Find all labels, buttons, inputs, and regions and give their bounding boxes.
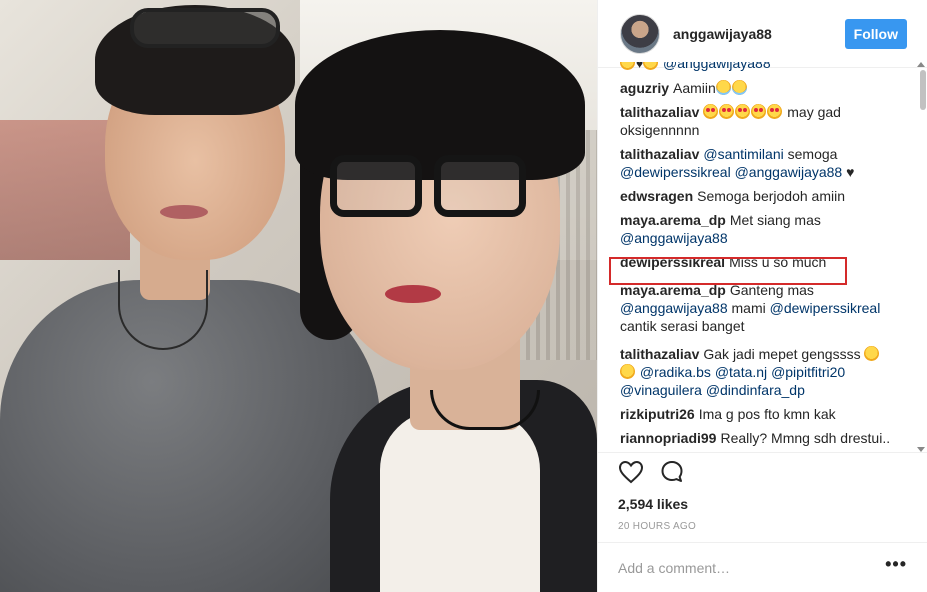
comment-text: semoga <box>783 146 838 162</box>
mention-link[interactable]: @anggawijaya88 <box>620 300 728 316</box>
man-lips <box>160 205 208 219</box>
comment-text: Ima g pos fto kmn kak <box>698 406 836 422</box>
glasses-lens-left <box>330 155 422 217</box>
comment-text: Miss u so much <box>729 254 827 270</box>
comment: riannopriadi99 Really? Mmng sdh drestui.. <box>620 429 908 447</box>
mention-link[interactable]: @tata.nj <box>715 364 767 380</box>
like-heart-icon[interactable] <box>618 460 644 484</box>
comment: ♥ @anggawijaya88 <box>620 62 908 73</box>
heart-eyes-emoji-icon <box>751 104 767 119</box>
comment: rizkiputri26 Ima g pos fto kmn kak <box>620 405 908 423</box>
scroll-up-arrow-icon[interactable] <box>917 62 925 67</box>
comment-username[interactable]: maya.arema_dp <box>620 282 726 298</box>
heart-eyes-emoji-icon <box>767 104 783 119</box>
comment-username[interactable]: rizkiputri26 <box>620 406 695 422</box>
smiling-halo-emoji-icon <box>731 80 747 95</box>
post-sidebar: anggawijaya88 Follow ♥ @anggawijaya88 ag… <box>597 0 927 592</box>
comment-bubble-icon[interactable] <box>660 460 684 484</box>
comment-username[interactable]: riannopriadi99 <box>620 430 716 446</box>
mention-link[interactable]: @dewiperssikreal <box>770 300 881 316</box>
comment-text: Aamiin <box>673 80 716 96</box>
sad-emoji-icon <box>864 346 880 361</box>
comment: talithazaliav may gad oksigennnnn <box>620 103 908 139</box>
comment: maya.arema_dp Met siang mas @anggawijaya8… <box>620 211 908 247</box>
heart-eyes-emoji-icon <box>719 104 735 119</box>
add-comment-input[interactable] <box>618 560 868 576</box>
comment-text: Gak jadi mepet gengssss <box>703 346 865 362</box>
comment: talithazaliav Gak jadi mepet gengssss @ra… <box>620 345 908 399</box>
mention-link[interactable]: @dindinfara_dp <box>706 382 805 398</box>
divider <box>598 452 927 453</box>
comment-text: Really? Mmng sdh drestui.. <box>720 430 891 446</box>
comment: maya.arema_dp Ganteng mas @anggawijaya88 … <box>620 281 908 335</box>
mention-link[interactable]: @pipitfitri20 <box>771 364 845 380</box>
post-timestamp[interactable]: 20 HOURS AGO <box>618 521 696 532</box>
smiling-halo-emoji-icon <box>715 80 731 95</box>
grin-emoji-icon <box>620 364 635 379</box>
comment-username[interactable]: dewiperssikreal <box>620 254 725 270</box>
sunglasses <box>130 8 280 48</box>
comment-username[interactable]: maya.arema_dp <box>620 212 726 228</box>
comment-highlighted: dewiperssikreal Miss u so much <box>620 253 908 271</box>
scroll-thumb[interactable] <box>920 70 926 110</box>
mention-link[interactable]: @dewiperssikreal <box>620 164 731 180</box>
mention-link[interactable]: @santimilani <box>703 146 783 162</box>
comments-scrollbar[interactable] <box>917 62 927 452</box>
follow-button[interactable]: Follow <box>844 18 907 49</box>
divider <box>598 542 927 543</box>
comment-text: Semoga berjodoh amiin <box>697 188 846 204</box>
eyeglasses <box>330 155 530 225</box>
mention-link[interactable]: @vinaguilera <box>620 382 702 398</box>
avatar[interactable] <box>620 13 660 54</box>
comment-text: mami <box>727 300 770 316</box>
comment-text: Ganteng mas <box>729 282 814 298</box>
woman-top <box>380 410 540 592</box>
comments-list[interactable]: ♥ @anggawijaya88 aguzriy Aamiin talithaza… <box>620 62 908 452</box>
mention-link[interactable]: @anggawijaya88 <box>663 62 771 71</box>
heart-glyph: ♥ <box>636 62 644 71</box>
comment-text: Met siang mas <box>729 212 821 228</box>
comment: aguzriy Aamiin <box>620 79 908 97</box>
comment-username[interactable]: aguzriy <box>620 80 669 96</box>
likes-count[interactable]: 2,594 likes <box>618 496 688 512</box>
comment-username[interactable]: talithazaliav <box>620 346 699 362</box>
emoji-icon <box>620 62 635 70</box>
comment: talithazaliav @santimilani semoga @dewipe… <box>620 145 908 181</box>
mention-link[interactable]: @anggawijaya88 <box>735 164 843 180</box>
post-header: anggawijaya88 Follow <box>598 0 927 68</box>
mention-link[interactable]: @radika.bs <box>640 364 711 380</box>
post-photo[interactable] <box>0 0 597 592</box>
comment: edwsragen Semoga berjodoh amiin <box>620 187 908 205</box>
comment-text: cantik serasi banget <box>620 318 745 334</box>
mention-link[interactable]: @anggawijaya88 <box>620 230 728 246</box>
heart-glyph: ♥ <box>846 164 855 180</box>
comment-username[interactable]: talithazaliav <box>620 104 699 120</box>
glasses-lens-right <box>434 155 526 217</box>
heart-eyes-emoji-icon <box>703 104 719 119</box>
comment-username[interactable]: edwsragen <box>620 188 693 204</box>
emoji-icon <box>643 62 659 70</box>
username[interactable]: anggawijaya88 <box>673 26 845 42</box>
more-options-icon[interactable]: ••• <box>885 554 907 575</box>
post-actions <box>618 460 684 484</box>
comment-username[interactable]: talithazaliav <box>620 146 699 162</box>
woman-lips <box>385 285 441 303</box>
heart-eyes-emoji-icon <box>735 104 751 119</box>
